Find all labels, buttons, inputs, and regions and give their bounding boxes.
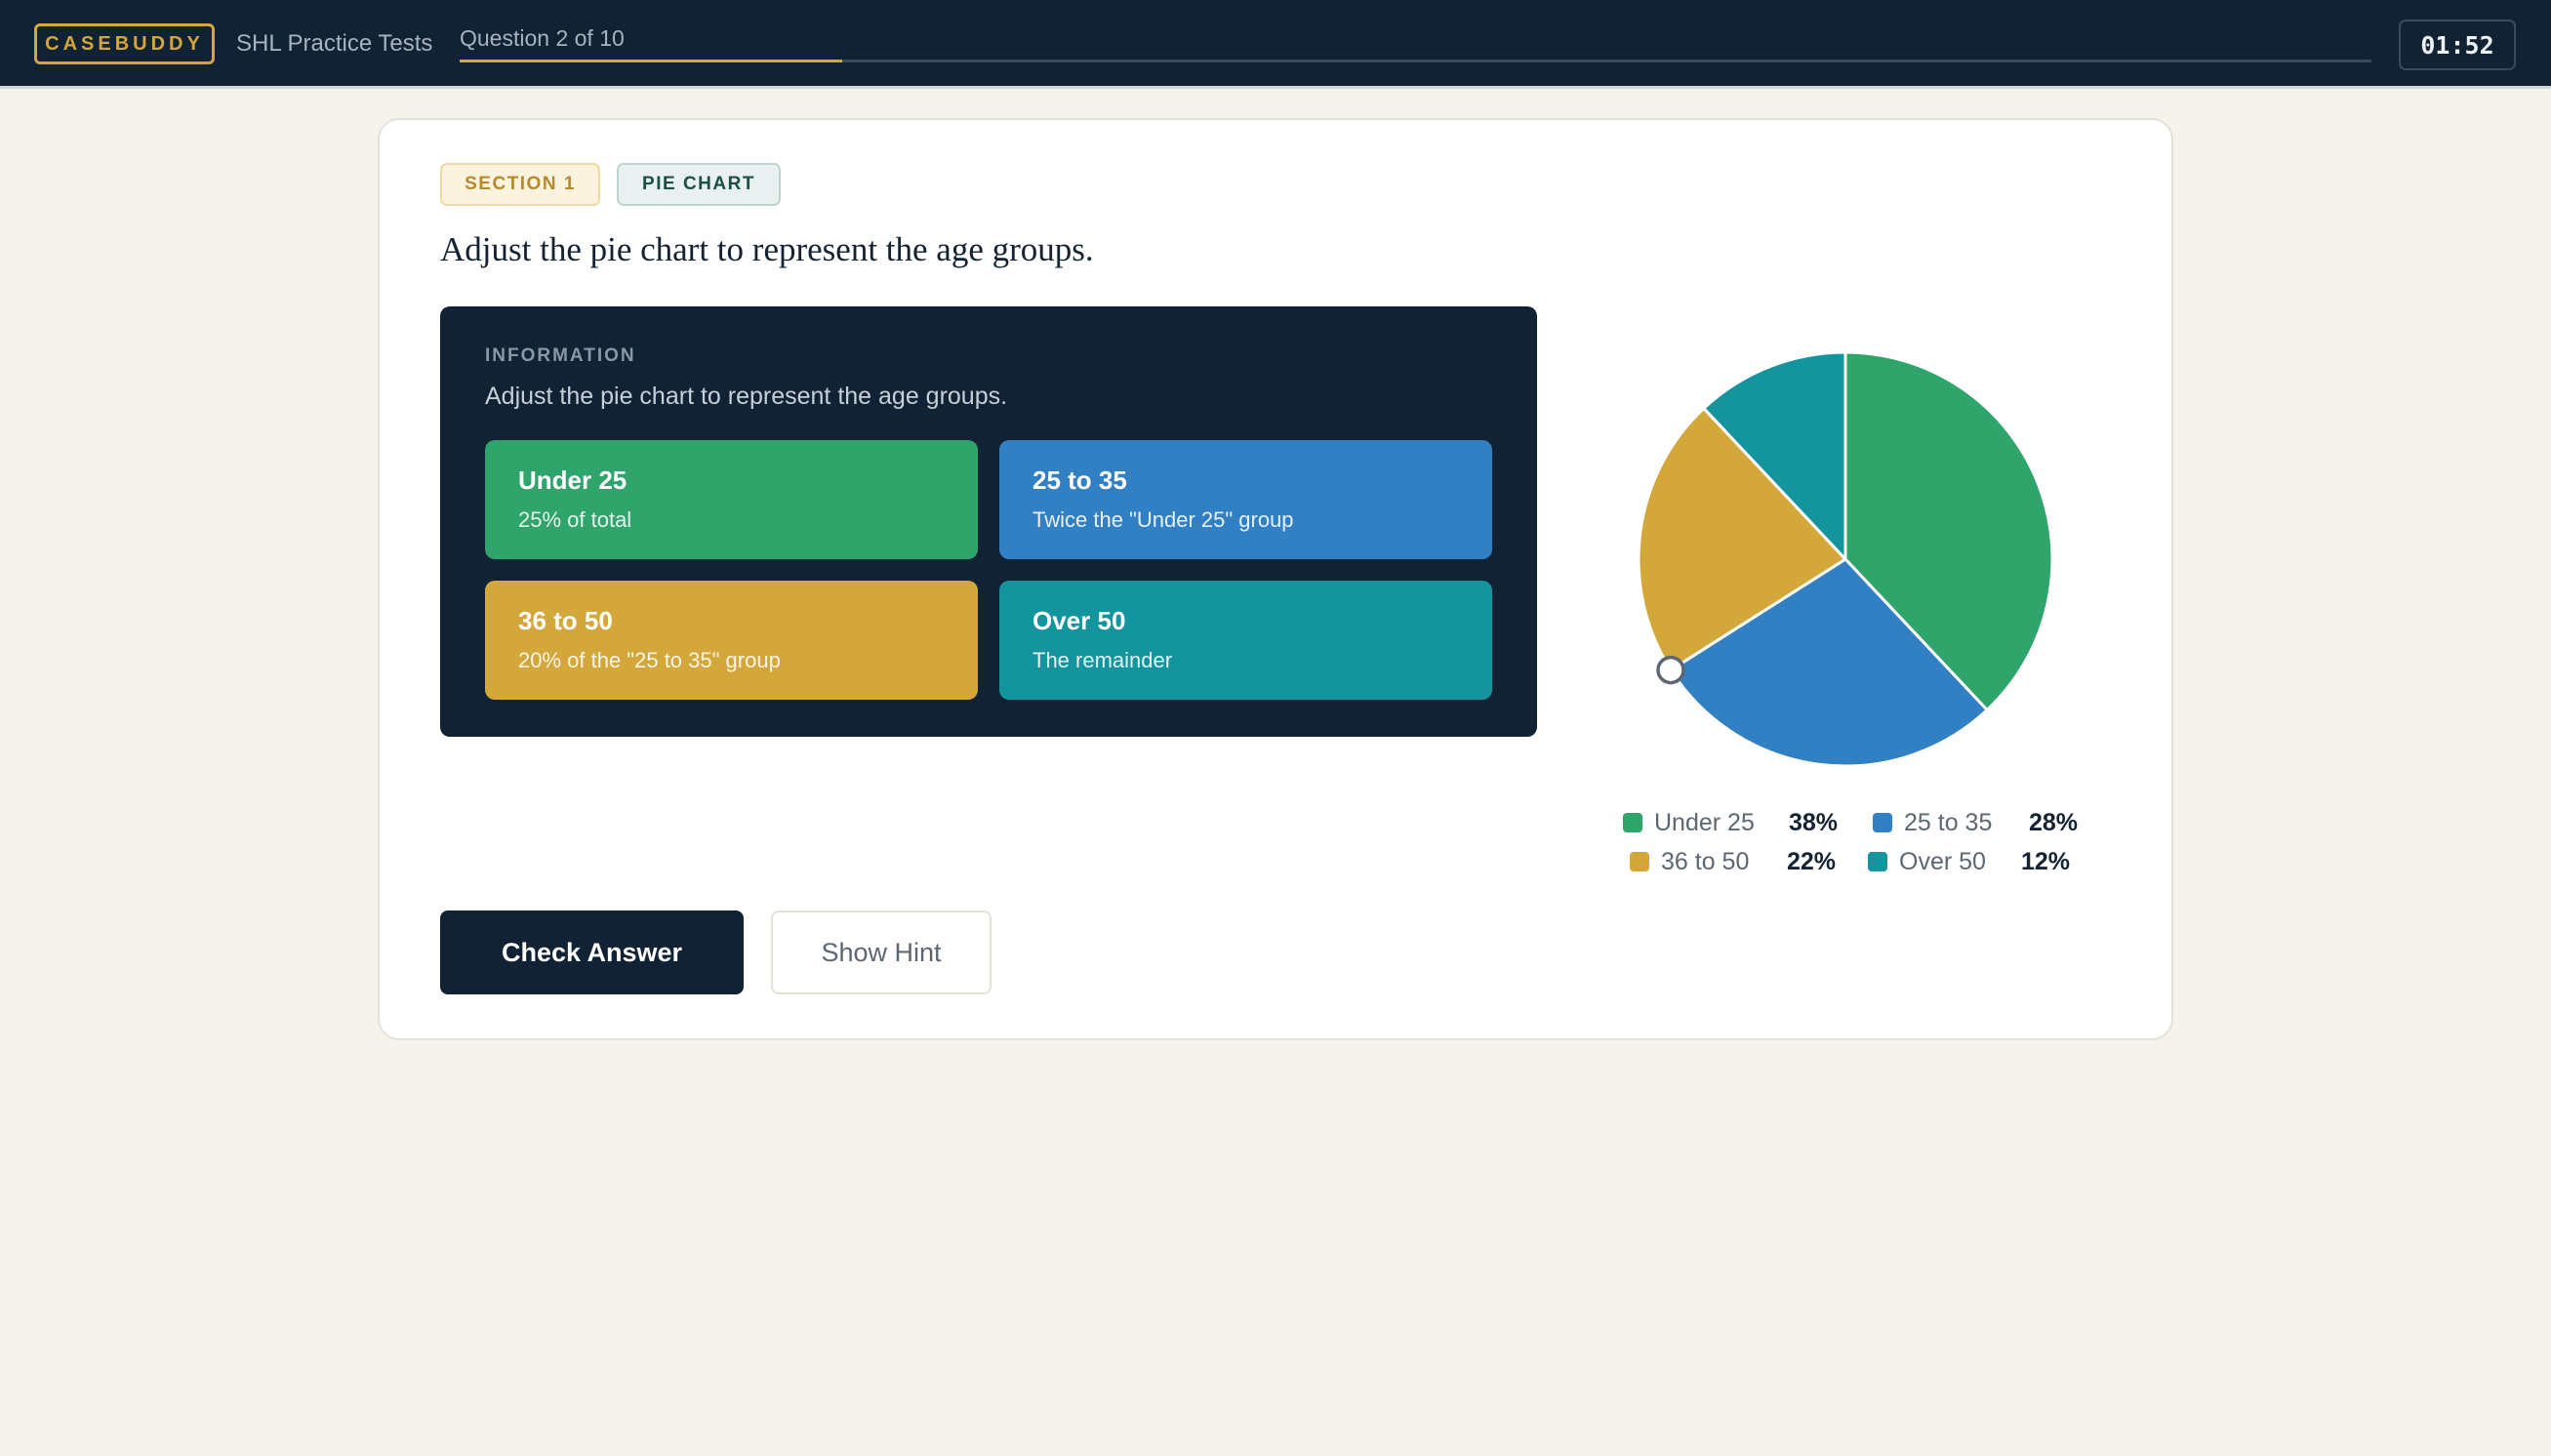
check-answer-button[interactable]: Check Answer [440, 910, 744, 994]
rule-card-36-to-50: 36 to 50 20% of the "25 to 35" group [485, 581, 978, 700]
legend-label: Under 25 [1654, 809, 1755, 836]
legend-swatch [1623, 813, 1642, 832]
question-card: SECTION 1 PIE CHART Adjust the pie chart… [378, 118, 2173, 1040]
legend-value: 28% [2029, 809, 2079, 836]
legend-value: 38% [1789, 809, 1839, 836]
show-hint-button[interactable]: Show Hint [771, 910, 992, 994]
rule-card-over-50: Over 50 The remainder [999, 581, 1492, 700]
rule-card-25-to-35: 25 to 35 Twice the "Under 25" group [999, 440, 1492, 559]
timer: 01:52 [2399, 20, 2516, 70]
top-bar: CASEBUDDY SHL Practice Tests Question 2 … [0, 0, 2551, 89]
legend-label: 36 to 50 [1661, 848, 1750, 875]
legend-row-2: 36 to 50 22% Over 50 12% [1630, 848, 2118, 877]
question-text: Adjust the pie chart to represent the ag… [440, 230, 1094, 268]
information-panel: INFORMATION Adjust the pie chart to repr… [440, 306, 1537, 737]
legend-row-1: Under 25 38% 25 to 35 28% [1623, 809, 2111, 838]
information-text: Adjust the pie chart to represent the ag… [485, 383, 1008, 410]
rule-name: Under 25 [518, 465, 628, 495]
brand-logo: CASEBUDDY [34, 23, 215, 64]
legend-label: 25 to 35 [1904, 809, 1993, 836]
rule-name: 36 to 50 [518, 606, 613, 635]
legend-value: 22% [1787, 848, 1837, 875]
rule-description: 25% of total [518, 507, 632, 532]
legend-label: Over 50 [1899, 848, 1986, 875]
rule-name: 25 to 35 [1033, 465, 1127, 495]
legend-swatch [1873, 813, 1892, 832]
progress-bar-fill [460, 60, 842, 62]
information-title: INFORMATION [485, 345, 636, 366]
progress-label: Question 2 of 10 [460, 25, 625, 51]
legend-swatch [1868, 852, 1887, 871]
pie-chart[interactable] [1621, 335, 2070, 784]
section-badge: SECTION 1 [440, 163, 600, 206]
rule-card-under-25: Under 25 25% of total [485, 440, 978, 559]
app-name: SHL Practice Tests [236, 30, 433, 57]
rule-description: 20% of the "25 to 35" group [518, 648, 781, 672]
legend-swatch [1630, 852, 1649, 871]
pie-drag-handle[interactable] [1656, 655, 1685, 685]
progress-bar [460, 60, 2371, 62]
rule-description: Twice the "Under 25" group [1033, 507, 1294, 532]
rule-description: The remainder [1033, 648, 1173, 672]
question-type-badge: PIE CHART [617, 163, 781, 206]
legend-value: 12% [2021, 848, 2071, 875]
rule-name: Over 50 [1033, 606, 1126, 635]
